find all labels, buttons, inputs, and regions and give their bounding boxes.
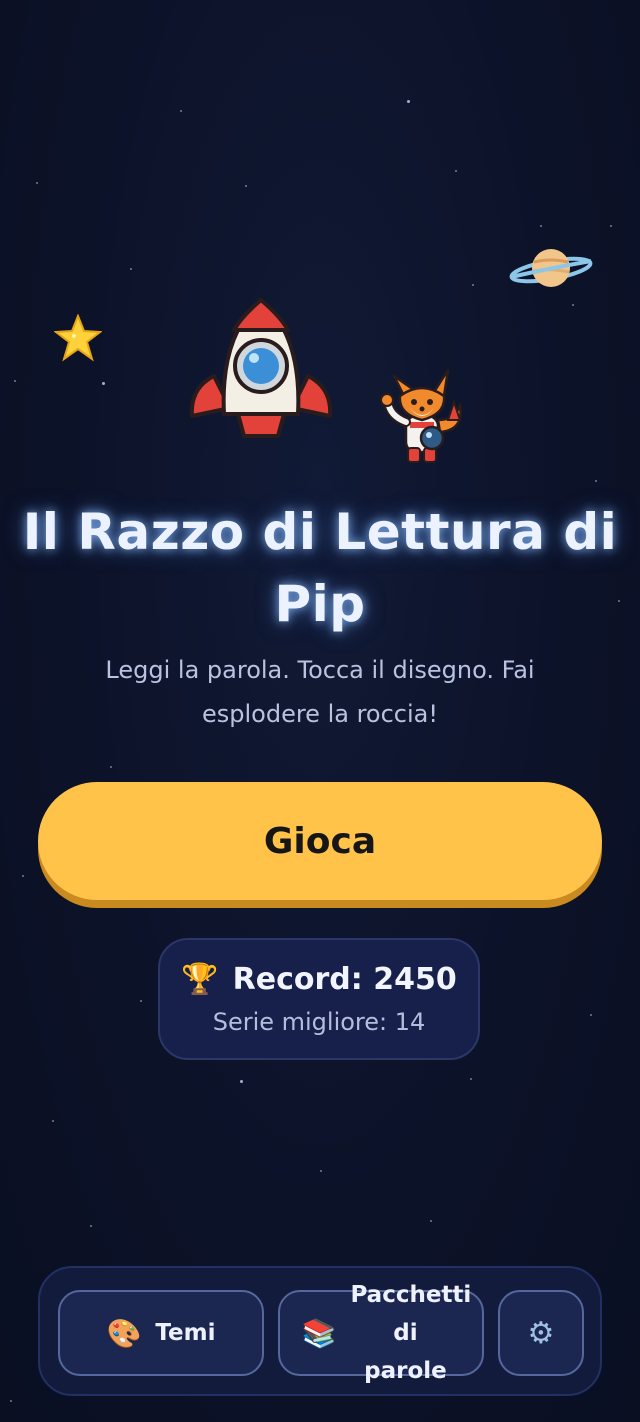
star-dot — [14, 380, 16, 382]
record-card: 🏆 Record: 2450 Serie migliore: 14 — [158, 938, 480, 1060]
palette-icon: 🎨 — [106, 1316, 142, 1350]
star-dot — [102, 382, 105, 385]
themes-button[interactable]: 🎨 Temi — [58, 1290, 264, 1376]
planet-icon — [509, 249, 593, 287]
star-dot — [595, 480, 597, 482]
books-icon: 📚 — [301, 1316, 337, 1350]
word-packs-button[interactable]: 📚 Pacchetti di parole — [278, 1282, 484, 1384]
themes-label: Temi — [155, 1320, 216, 1346]
star-dot — [110, 766, 112, 768]
star-dot — [472, 284, 474, 286]
star-dot — [572, 304, 574, 306]
star-dot — [407, 100, 410, 103]
star-dot — [240, 1080, 243, 1083]
star-dot — [590, 1014, 592, 1016]
word-packs-label: Pacchetti di parole — [350, 1282, 472, 1384]
star-icon — [54, 314, 102, 362]
game-title: Il Razzo di Lettura di Pip — [22, 503, 618, 633]
star-dot — [90, 1225, 92, 1227]
gear-icon: ⚙ — [527, 1315, 555, 1351]
start-screen: Il Razzo di Lettura di Pip Leggi la paro… — [0, 0, 640, 1422]
trophy-icon: 🏆 — [181, 962, 219, 997]
record-line: 🏆 Record: 2450 — [160, 960, 478, 1000]
star-dot — [22, 875, 24, 877]
best-streak: Serie migliore: 14 — [212, 1008, 426, 1036]
record-score: Record: 2450 — [232, 962, 457, 997]
star-dot — [470, 1078, 472, 1080]
star-dot — [610, 225, 612, 227]
star-dot — [180, 110, 182, 112]
bottom-nav-bar: 🎨 Temi 📚 Pacchetti di parole ⚙ — [38, 1266, 602, 1396]
star-dot — [52, 1120, 54, 1122]
settings-button[interactable]: ⚙ — [498, 1290, 584, 1376]
game-subtitle: Leggi la parola. Tocca il disegno. Fai e… — [105, 656, 535, 728]
star-dot — [455, 170, 457, 172]
play-button[interactable]: Gioca — [38, 782, 602, 900]
star-dot — [130, 268, 132, 270]
star-dot — [36, 182, 38, 184]
star-dot — [540, 225, 542, 227]
star-dot — [245, 185, 247, 187]
star-dot — [10, 1400, 12, 1402]
star-dot — [430, 1220, 432, 1222]
fox-astronaut-icon — [380, 368, 462, 463]
star-dot — [140, 1000, 142, 1002]
star-dot — [320, 1170, 322, 1172]
rocket-icon — [189, 298, 333, 438]
